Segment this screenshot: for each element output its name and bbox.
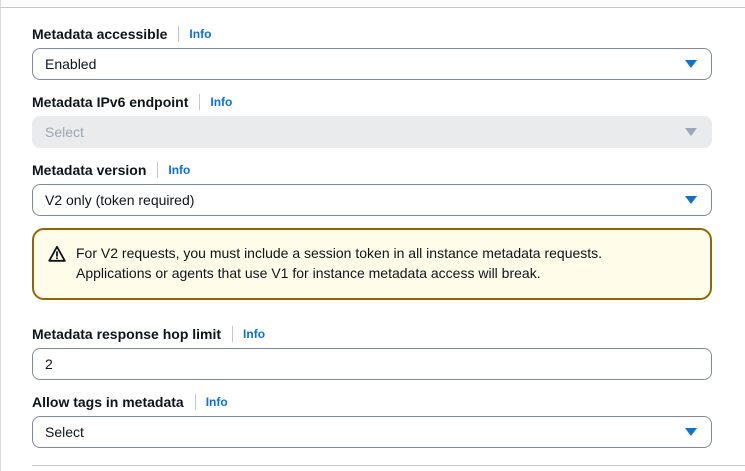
allow-tags-label-row: Allow tags in metadata Info xyxy=(32,392,228,412)
divider xyxy=(199,94,201,110)
metadata-accessible-label-row: Metadata accessible Info xyxy=(32,24,211,44)
metadata-ipv6-info-link[interactable]: Info xyxy=(210,95,232,109)
caret-down-icon xyxy=(685,428,697,436)
hop-limit-label: Metadata response hop limit xyxy=(32,326,222,342)
allow-tags-placeholder: Select xyxy=(45,424,84,440)
warning-alert-line: Applications or agents that use V1 for i… xyxy=(76,265,541,281)
caret-down-icon xyxy=(685,128,697,136)
divider xyxy=(232,326,234,342)
hop-limit-value: 2 xyxy=(45,356,53,372)
metadata-ipv6-label: Metadata IPv6 endpoint xyxy=(32,94,189,110)
panel-top-border xyxy=(0,7,745,8)
metadata-ipv6-placeholder: Select xyxy=(45,124,84,140)
caret-down-icon xyxy=(685,196,697,204)
hop-limit-input[interactable]: 2 xyxy=(32,348,712,380)
panel-left-border xyxy=(0,0,1,471)
metadata-version-label: Metadata version xyxy=(32,162,147,178)
metadata-accessible-select[interactable]: Enabled xyxy=(32,48,712,80)
metadata-version-info-link[interactable]: Info xyxy=(168,163,190,177)
metadata-accessible-info-link[interactable]: Info xyxy=(189,27,211,41)
metadata-accessible-value: Enabled xyxy=(45,56,97,72)
caret-down-icon xyxy=(685,60,697,68)
warning-icon xyxy=(48,245,66,262)
allow-tags-info-link[interactable]: Info xyxy=(206,395,228,409)
section-bottom-border xyxy=(32,465,745,466)
metadata-ipv6-label-row: Metadata IPv6 endpoint Info xyxy=(32,92,232,112)
divider xyxy=(178,26,180,42)
divider xyxy=(194,394,196,410)
warning-alert-text: For V2 requests, you must include a sess… xyxy=(76,243,602,283)
hop-limit-label-row: Metadata response hop limit Info xyxy=(32,324,265,344)
warning-alert: For V2 requests, you must include a sess… xyxy=(32,228,712,300)
metadata-accessible-label: Metadata accessible xyxy=(32,26,168,42)
metadata-version-value: V2 only (token required) xyxy=(45,192,195,208)
allow-tags-select[interactable]: Select xyxy=(32,416,712,448)
warning-alert-line: For V2 requests, you must include a sess… xyxy=(76,245,603,261)
divider xyxy=(157,162,159,178)
metadata-ipv6-select: Select xyxy=(32,116,712,148)
metadata-version-label-row: Metadata version Info xyxy=(32,160,190,180)
allow-tags-label: Allow tags in metadata xyxy=(32,394,184,410)
hop-limit-info-link[interactable]: Info xyxy=(243,327,265,341)
metadata-version-select[interactable]: V2 only (token required) xyxy=(32,184,712,216)
